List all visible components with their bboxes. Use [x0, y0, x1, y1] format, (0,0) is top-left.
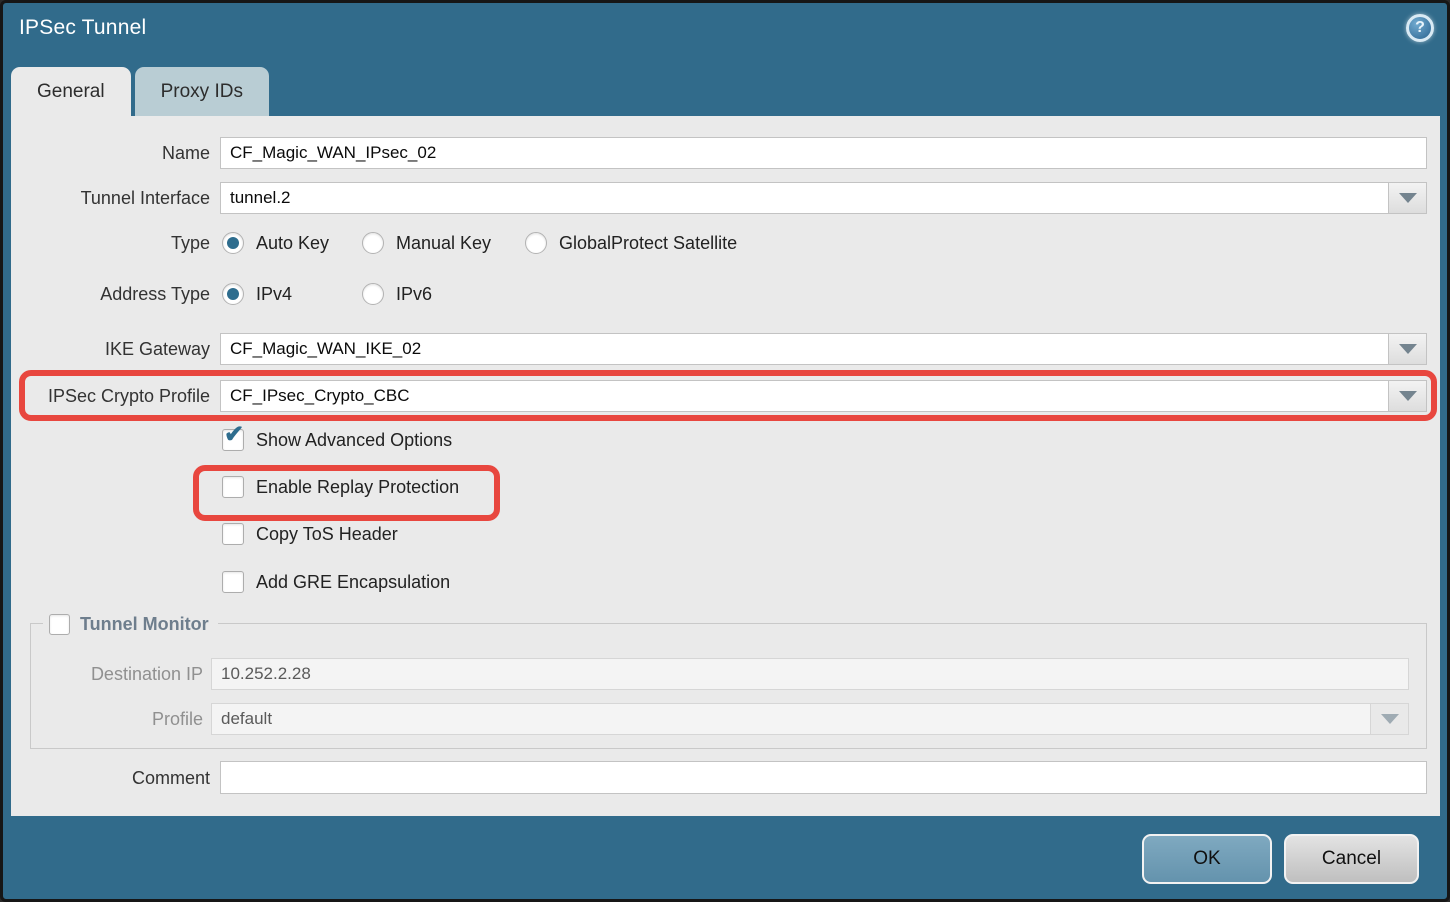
option-copy-tos-header[interactable]: Copy ToS Header [222, 523, 398, 545]
tunnel-interface-input[interactable] [221, 183, 1388, 213]
general-tab-panel: Name Tunnel Interface Type Auto Key Manu… [11, 116, 1440, 816]
ok-button[interactable]: OK [1142, 834, 1272, 884]
destination-ip-label: Destination IP [4, 658, 203, 690]
tunnel-interface-label: Tunnel Interface [11, 182, 210, 214]
ike-gateway-combo [220, 333, 1427, 365]
ipsec-crypto-profile-combo [220, 380, 1427, 412]
help-icon[interactable]: ? [1406, 14, 1434, 42]
ike-gateway-label: IKE Gateway [11, 333, 210, 365]
chevron-down-icon [1381, 714, 1399, 724]
profile-combo [211, 703, 1409, 735]
option-add-gre-encapsulation[interactable]: Add GRE Encapsulation [222, 571, 450, 593]
name-input[interactable] [220, 137, 1427, 169]
checkmark-icon: ✔ [224, 423, 244, 447]
radio-label: Auto Key [256, 233, 329, 254]
profile-input [212, 704, 1370, 734]
radio-button-icon[interactable] [222, 232, 244, 254]
ipsec-crypto-profile-dropdown-button[interactable] [1388, 381, 1426, 411]
tunnel-monitor-legend: Tunnel Monitor [43, 611, 218, 637]
checkbox-icon-checked[interactable]: ✔ [222, 429, 244, 451]
radio-button-icon[interactable] [362, 283, 384, 305]
profile-label: Profile [4, 703, 203, 735]
tunnel-monitor-label: Tunnel Monitor [80, 614, 209, 635]
radio-label: IPv4 [256, 284, 292, 305]
checkbox-label: Add GRE Encapsulation [256, 572, 450, 593]
ike-gateway-input[interactable] [221, 334, 1388, 364]
ipsec-crypto-profile-input[interactable] [221, 381, 1388, 411]
radio-label: IPv6 [396, 284, 432, 305]
cancel-button[interactable]: Cancel [1284, 834, 1419, 884]
checkbox-label: Enable Replay Protection [256, 477, 459, 498]
name-label: Name [11, 137, 210, 169]
radio-ipv6[interactable]: IPv6 [362, 283, 432, 305]
ike-gateway-dropdown-button[interactable] [1388, 334, 1426, 364]
dialog-title: IPSec Tunnel [19, 16, 146, 40]
tunnel-monitor-checkbox[interactable] [49, 614, 70, 635]
checkbox-icon[interactable] [222, 571, 244, 593]
chevron-down-icon [1399, 193, 1417, 203]
tab-general[interactable]: General [11, 67, 131, 116]
tunnel-interface-dropdown-button[interactable] [1388, 183, 1426, 213]
radio-button-icon[interactable] [525, 232, 547, 254]
type-radio-group: Auto Key Manual Key GlobalProtect Satell… [222, 232, 737, 254]
profile-dropdown-button [1370, 704, 1408, 734]
ipsec-tunnel-dialog: IPSec Tunnel ? General Proxy IDs Name Tu… [0, 0, 1450, 902]
tunnel-monitor-fieldset: Tunnel Monitor Destination IP Profile [30, 623, 1427, 749]
radio-globalprotect-satellite[interactable]: GlobalProtect Satellite [525, 232, 737, 254]
chevron-down-icon [1399, 344, 1417, 354]
radio-label: GlobalProtect Satellite [559, 233, 737, 254]
address-type-radio-group: IPv4 IPv6 [222, 283, 432, 305]
tunnel-interface-combo [220, 182, 1427, 214]
radio-label: Manual Key [396, 233, 491, 254]
radio-auto-key[interactable]: Auto Key [222, 232, 362, 254]
option-enable-replay-protection[interactable]: Enable Replay Protection [222, 476, 459, 498]
tab-bar: General Proxy IDs [11, 67, 269, 116]
radio-manual-key[interactable]: Manual Key [362, 232, 525, 254]
comment-input[interactable] [220, 761, 1427, 794]
checkbox-label: Copy ToS Header [256, 524, 398, 545]
type-label: Type [11, 230, 210, 256]
destination-ip-input [211, 658, 1409, 690]
tab-proxy-ids[interactable]: Proxy IDs [135, 67, 269, 116]
radio-ipv4[interactable]: IPv4 [222, 283, 362, 305]
address-type-label: Address Type [11, 281, 210, 307]
ipsec-crypto-profile-label: IPSec Crypto Profile [11, 380, 210, 412]
checkbox-label: Show Advanced Options [256, 430, 452, 451]
radio-button-icon[interactable] [362, 232, 384, 254]
checkbox-icon[interactable] [222, 523, 244, 545]
radio-button-icon[interactable] [222, 283, 244, 305]
option-show-advanced[interactable]: ✔ Show Advanced Options [222, 429, 452, 451]
chevron-down-icon [1399, 391, 1417, 401]
checkbox-icon[interactable] [222, 476, 244, 498]
comment-label: Comment [11, 762, 210, 794]
